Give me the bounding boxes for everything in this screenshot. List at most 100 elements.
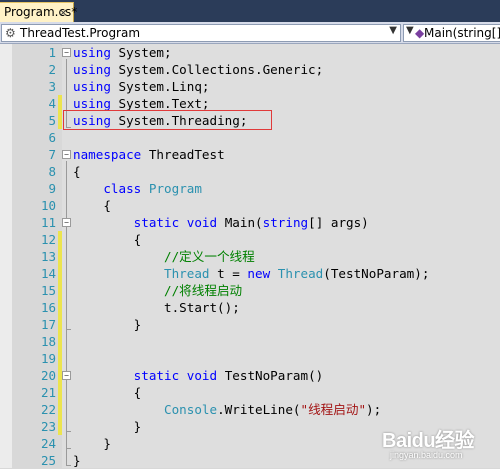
code-line[interactable]: 17 } <box>0 316 500 333</box>
change-marker <box>58 129 62 146</box>
code-text: } <box>73 436 111 451</box>
member-selector-dropdown[interactable]: ▼ ◆ Main(string[] arg <box>403 24 500 42</box>
code-line[interactable]: 21 { <box>0 384 500 401</box>
code-token: System.Linq; <box>110 79 210 94</box>
chevron-down-icon[interactable]: ▼ <box>389 25 397 36</box>
line-number: 9 <box>48 181 56 196</box>
change-marker <box>58 401 62 418</box>
line-number: 21 <box>40 385 56 400</box>
line-number: 16 <box>40 300 56 315</box>
code-text: Console.WriteLine("线程启动"); <box>73 401 381 418</box>
collapse-icon[interactable]: − <box>62 150 71 159</box>
code-token: TestNoParam() <box>217 368 324 383</box>
watermark-url: jingyan.baidu.com <box>390 450 463 460</box>
code-line[interactable]: 14 Thread t = new Thread(TestNoParam); <box>0 265 500 282</box>
document-tab-strip: Program.cs* × <box>0 0 500 22</box>
class-selector-dropdown[interactable]: ⚙ ThreadTest.Program ▼ <box>1 24 401 42</box>
code-line[interactable]: 15 //将线程启动 <box>0 282 500 299</box>
line-number: 10 <box>40 198 56 213</box>
code-line[interactable]: 18 <box>0 333 500 350</box>
change-marker <box>58 95 62 112</box>
code-token: System.Text; <box>110 96 210 111</box>
line-number: 20 <box>40 368 56 383</box>
change-marker <box>58 231 62 248</box>
keyword: using <box>73 62 111 77</box>
keyword: string <box>262 215 309 230</box>
code-line[interactable]: 7 − namespace ThreadTest <box>0 146 500 163</box>
change-marker <box>58 435 62 452</box>
class-icon: ⚙ <box>5 26 16 40</box>
keyword: using <box>73 79 111 94</box>
type-name: Thread <box>277 266 324 281</box>
code-text: //将线程启动 <box>73 282 242 299</box>
code-token: (TestNoParam); <box>323 266 430 281</box>
code-line[interactable]: 1 − using System; <box>0 44 500 61</box>
code-line[interactable]: 19 <box>0 350 500 367</box>
code-line[interactable]: 10 { <box>0 197 500 214</box>
code-line[interactable]: 11 − static void Main(string[] args) <box>0 214 500 231</box>
line-number: 19 <box>40 351 56 366</box>
code-line[interactable]: 6 <box>0 129 500 146</box>
code-token: .WriteLine( <box>217 402 301 417</box>
code-line[interactable]: 16 t.Start(); <box>0 299 500 316</box>
line-number: 2 <box>48 62 56 77</box>
keyword: new <box>247 266 271 281</box>
line-number: 24 <box>40 436 56 451</box>
code-token: System.Collections.Generic; <box>110 62 324 77</box>
code-line[interactable]: 2 using System.Collections.Generic; <box>0 61 500 78</box>
code-text: using System.Linq; <box>73 78 210 95</box>
code-text: static void Main(string[] args) <box>73 214 369 231</box>
navigation-bar: ⚙ ThreadTest.Program ▼ ▼ ◆ Main(string[]… <box>0 22 500 44</box>
code-text: { <box>73 164 81 179</box>
line-number: 14 <box>40 266 56 281</box>
tab-program-cs[interactable]: Program.cs* × <box>0 2 77 22</box>
code-line[interactable]: 12 { <box>0 231 500 248</box>
change-marker <box>58 197 62 214</box>
code-text: { <box>73 385 142 400</box>
code-text: t.Start(); <box>73 300 240 315</box>
collapse-icon[interactable]: − <box>62 48 71 57</box>
line-number: 4 <box>48 96 56 111</box>
code-editor[interactable]: 1 − using System; 2 using System.Collect… <box>0 44 500 468</box>
keyword: static <box>133 215 180 230</box>
watermark-brand: Baidu经验 <box>382 430 475 452</box>
code-text: { <box>73 232 142 247</box>
close-icon[interactable]: × <box>59 6 68 19</box>
change-marker <box>58 61 62 78</box>
line-number: 7 <box>48 147 56 162</box>
keyword: void <box>186 368 218 383</box>
change-marker <box>58 78 62 95</box>
code-line[interactable]: 3 using System.Linq; <box>0 78 500 95</box>
member-selector-value: Main(string[] arg <box>424 26 500 40</box>
code-line[interactable]: 8 { <box>0 163 500 180</box>
change-marker <box>58 112 62 129</box>
line-number: 12 <box>40 232 56 247</box>
change-marker <box>58 282 62 299</box>
code-line[interactable]: 20 − static void TestNoParam() <box>0 367 500 384</box>
line-number: 11 <box>40 215 56 230</box>
collapse-icon[interactable]: − <box>62 218 71 227</box>
line-number: 15 <box>40 283 56 298</box>
change-marker <box>58 333 62 350</box>
code-token: [] args) <box>308 215 369 230</box>
collapse-icon[interactable]: − <box>62 371 71 380</box>
code-line[interactable]: 9 class Program <box>0 180 500 197</box>
line-number: 13 <box>40 249 56 264</box>
code-text: class Program <box>73 180 202 197</box>
code-line[interactable]: 13 //定义一个线程 <box>0 248 500 265</box>
chevron-down-icon[interactable]: ▼ <box>406 25 414 36</box>
code-text: Thread t = new Thread(TestNoParam); <box>73 265 429 282</box>
line-number: 1 <box>48 45 56 60</box>
keyword: void <box>186 215 218 230</box>
code-token: ); <box>366 402 382 417</box>
keyword: static <box>133 368 180 383</box>
line-number: 22 <box>40 402 56 417</box>
code-line[interactable]: 22 Console.WriteLine("线程启动"); <box>0 401 500 418</box>
